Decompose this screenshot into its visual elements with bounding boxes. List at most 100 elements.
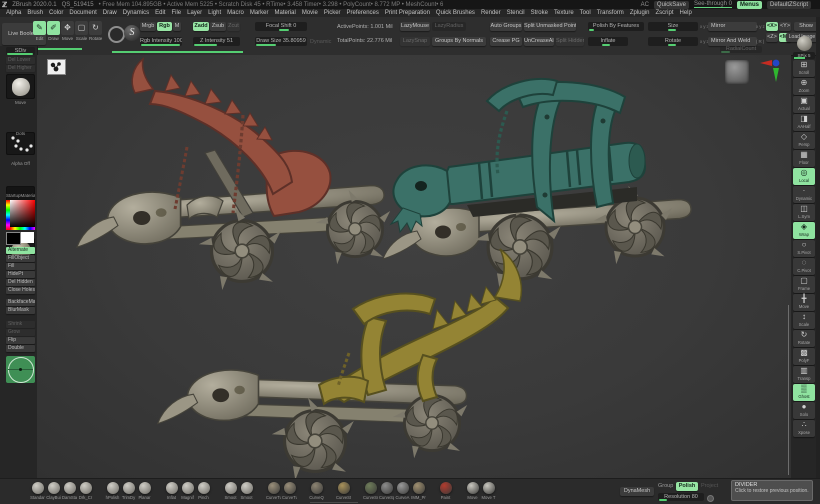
mirror-xyz-label[interactable]: xyz [756, 24, 766, 29]
quick-brush[interactable]: CurveQ [309, 482, 324, 500]
z-intensity-slider[interactable]: Z Intensity 51 [193, 37, 240, 46]
menu-item[interactable]: Transform [597, 10, 624, 16]
mirror-button[interactable]: Mirror [708, 22, 757, 31]
right-shelf-button[interactable]: ◇ Persp [793, 132, 815, 149]
size-slider[interactable]: Size [648, 22, 698, 31]
menu-item[interactable]: Picker [324, 10, 341, 16]
quick-brush[interactable]: Planar [137, 482, 152, 500]
navigation-sphere-widget[interactable] [6, 356, 35, 383]
right-shelf-button[interactable]: ● Solo [793, 402, 815, 419]
menu-item[interactable]: Quick Brushes [436, 10, 475, 16]
menu-item[interactable]: Render [481, 10, 501, 16]
crease-pg-button[interactable]: Crease PG [490, 37, 522, 46]
quick-brush[interactable]: TrimDy [121, 482, 136, 500]
right-shelf-button[interactable]: ▣ Actual [793, 96, 815, 113]
quick-brush[interactable]: Paint [438, 482, 453, 500]
split-unmasked-button[interactable]: Split Unmasked Points [524, 22, 576, 31]
inflate-slider[interactable]: Inflate [588, 37, 628, 46]
group-label[interactable]: Group [658, 483, 673, 489]
current-brush-thumbnail[interactable] [6, 74, 35, 99]
mirror-and-weld-button[interactable]: Mirror And Weld [708, 37, 757, 46]
show-button[interactable]: Show [794, 22, 818, 31]
groups-by-normals-button[interactable]: Groups By Normals [432, 37, 486, 46]
hue-bar[interactable] [10, 227, 35, 230]
bottom-tray-handle[interactable] [310, 502, 358, 503]
default-zscript-button[interactable]: DefaultZScript [767, 1, 811, 9]
menu-item[interactable]: Stencil [507, 10, 525, 16]
menu-item[interactable]: Zplugin [630, 10, 650, 16]
quick-brush[interactable]: Smoot [223, 482, 238, 500]
color-picker[interactable] [6, 200, 35, 230]
axis-y-button[interactable]: <Y> [779, 22, 791, 31]
auto-groups-button[interactable]: Auto Groups [490, 22, 522, 31]
right-shelf-button[interactable]: ◈ Wrap [793, 222, 815, 239]
right-shelf-button[interactable]: ▩ PolyF [793, 348, 815, 365]
menu-item[interactable]: Stroke [531, 10, 548, 16]
stroke-preview-icon[interactable] [108, 26, 125, 43]
menu-item[interactable]: Dynamics [123, 10, 149, 16]
right-shelf-button[interactable]: ◎ Local [793, 168, 815, 185]
viewport-canvas[interactable] [37, 55, 791, 478]
lazymouse-button[interactable]: LazyMouse [400, 22, 430, 31]
menu-item[interactable]: Brush [27, 10, 43, 16]
menu-item[interactable]: Marker [250, 10, 269, 16]
menu-item[interactable]: Macro [227, 10, 244, 16]
right-shelf-button[interactable]: ↕ Scale [793, 312, 815, 329]
menu-item[interactable]: Zscript [656, 10, 674, 16]
quick-brush[interactable]: ClayBui [46, 482, 61, 500]
quick-brush[interactable]: Pinch [196, 482, 211, 500]
sdiv-slider[interactable]: SDiv [6, 47, 35, 55]
resolution-dot-button[interactable] [707, 495, 714, 502]
subdiv-button[interactable]: Del Lower [6, 57, 35, 64]
model-red-catapult[interactable] [77, 59, 390, 290]
quick-brush[interactable]: Magnif [180, 482, 195, 500]
right-shelf-button[interactable]: ○ S.Pivot [793, 240, 815, 257]
focal-shift-slider[interactable]: Focal Shift 0 [255, 22, 307, 31]
quicksave-button[interactable]: QuickSave [654, 1, 689, 9]
menus-button[interactable]: Menus [737, 1, 762, 9]
quick-brush[interactable]: Drk_Cr [78, 482, 93, 500]
axis-z-button[interactable]: <Z> [766, 33, 778, 42]
material-preview-icon[interactable]: S [124, 25, 140, 41]
right-shelf-button[interactable]: ▒ Ghost [793, 384, 815, 401]
visibility-button[interactable]: Double [6, 345, 35, 352]
saturation-square[interactable] [10, 200, 35, 227]
m-button[interactable]: M [173, 22, 181, 31]
dynamic-draw-size-label[interactable]: Dynamic [310, 39, 331, 45]
right-shelf-button[interactable]: ◌ C.Pivot [793, 258, 815, 275]
visibility-button[interactable]: Grow [6, 329, 35, 336]
lazysnap-button[interactable]: LazySnap [400, 37, 430, 46]
action-button[interactable]: Alternate [6, 247, 35, 254]
quick-brush[interactable]: CurveA [395, 482, 410, 500]
menu-item[interactable]: Edit [155, 10, 165, 16]
model-teal-ram[interactable] [383, 79, 692, 288]
mask-button[interactable]: BackfaceMask [6, 299, 35, 306]
quick-brush[interactable]: Standar [30, 482, 45, 500]
visibility-button[interactable]: Shrink [6, 321, 35, 328]
right-shelf-button[interactable]: · Dynamic [793, 186, 815, 203]
mode-button[interactable]: ✐ Draw [47, 21, 60, 47]
menu-item[interactable]: Color [49, 10, 63, 16]
quick-brush[interactable]: Inflat [164, 482, 179, 500]
polish-by-features-slider[interactable]: Polish By Features [588, 22, 644, 31]
rgb-button[interactable]: Rgb [157, 22, 172, 31]
right-shelf-button[interactable]: ↻ Rotate [793, 330, 815, 347]
spix-slider[interactable]: SPix 5 [793, 52, 815, 59]
menu-item[interactable]: Layer [187, 10, 202, 16]
action-button[interactable]: FillObject [6, 255, 35, 262]
quick-brush[interactable]: CurveSn [363, 482, 378, 500]
action-button[interactable]: Fill [6, 263, 35, 270]
main-color-swatch[interactable] [6, 232, 21, 245]
menu-item[interactable]: Texture [554, 10, 574, 16]
quick-brush[interactable]: CurveTu [282, 482, 297, 500]
quick-brush[interactable]: IMM_Pr [411, 482, 426, 500]
right-shelf-button[interactable]: ∴ Xpose [793, 420, 815, 437]
split-hidden-button[interactable]: Split Hidden [556, 37, 584, 46]
right-shelf-button[interactable]: ⊞ Scroll [793, 60, 815, 77]
menu-item[interactable]: Document [69, 10, 96, 16]
rotate-slider[interactable]: Rotate [648, 37, 698, 46]
uncrease-all-button[interactable]: UnCreaseAll [524, 37, 554, 46]
menu-item[interactable]: Material [275, 10, 296, 16]
canvas-scrollbar[interactable] [788, 305, 789, 475]
menu-item[interactable]: Tool [580, 10, 591, 16]
